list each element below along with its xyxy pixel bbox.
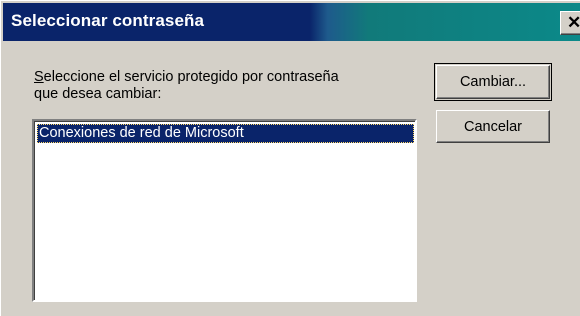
- instruction-text: Seleccione el servicio protegido por con…: [34, 69, 404, 103]
- change-button[interactable]: Cambiar...: [436, 65, 550, 99]
- close-icon: ✕: [567, 13, 580, 32]
- select-password-dialog: Seleccionar contraseña ✕ Seleccione el s…: [0, 0, 580, 316]
- instruction-line-1: Seleccione el servicio protegido por con…: [34, 69, 404, 86]
- access-key-s: S: [34, 69, 44, 85]
- close-button[interactable]: ✕: [560, 11, 580, 35]
- list-item-microsoft-network[interactable]: Conexiones de red de Microsoft: [37, 124, 414, 143]
- title-bar[interactable]: Seleccionar contraseña ✕: [3, 3, 580, 41]
- service-listbox[interactable]: Conexiones de red de Microsoft: [32, 119, 417, 302]
- instruction-line-1-rest: eleccione el servicio protegido por cont…: [43, 69, 339, 85]
- dialog-title: Seleccionar contraseña: [11, 11, 205, 30]
- cancel-button[interactable]: Cancelar: [436, 110, 550, 143]
- instruction-line-2: que desea cambiar:: [34, 86, 162, 102]
